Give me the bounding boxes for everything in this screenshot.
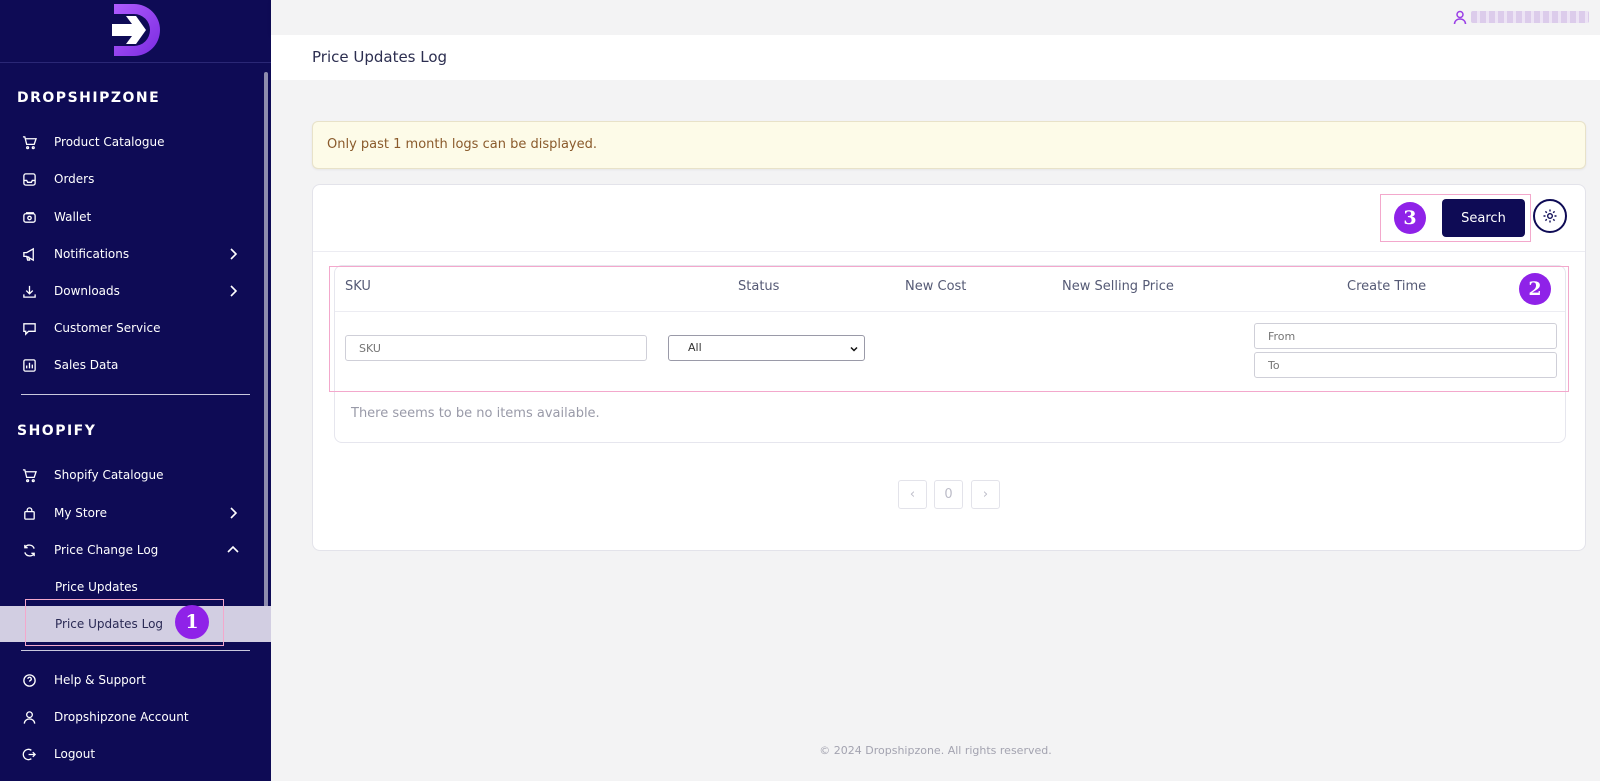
sidebar-item-label: Customer Service [54, 321, 161, 335]
sidebar-divider [21, 650, 250, 651]
search-button[interactable]: Search [1442, 199, 1525, 237]
cart-icon [21, 467, 37, 483]
sidebar-divider [21, 394, 250, 395]
sidebar-item-logout[interactable]: Logout [0, 736, 262, 772]
refresh-icon [21, 542, 37, 558]
chevron-right-icon [230, 248, 238, 260]
sidebar-item-shopify-catalogue[interactable]: Shopify Catalogue [0, 457, 262, 493]
chat-icon [21, 320, 37, 336]
sidebar-item-label: Logout [54, 747, 96, 761]
sidebar-item-downloads[interactable]: Downloads [0, 273, 262, 309]
notice-text: Only past 1 month logs can be displayed. [327, 137, 597, 152]
chevron-right-icon [230, 285, 238, 297]
chevron-right-icon [230, 507, 238, 519]
annotation-badge-2: 2 [1519, 273, 1551, 305]
sidebar-item-orders[interactable]: Orders [0, 161, 262, 197]
sidebar: DROPSHIPZONE Product Catalogue Orders Wa… [0, 0, 271, 781]
sidebar-item-dropshipzone-account[interactable]: Dropshipzone Account [0, 699, 262, 735]
page-title-bar: Price Updates Log [271, 35, 1600, 80]
sidebar-item-price-change-log[interactable]: Price Change Log [0, 532, 262, 568]
section-title-dropshipzone: DROPSHIPZONE [17, 90, 161, 106]
info-notice: Only past 1 month logs can be displayed. [312, 121, 1586, 169]
inbox-icon [21, 171, 37, 187]
sidebar-item-label: Dropshipzone Account [54, 710, 189, 724]
download-icon [21, 283, 37, 299]
help-icon [21, 672, 37, 688]
sidebar-item-sales-data[interactable]: Sales Data [0, 347, 262, 383]
sidebar-item-help-support[interactable]: Help & Support [0, 662, 262, 698]
bag-icon [21, 505, 37, 521]
sidebar-item-label: Shopify Catalogue [54, 468, 164, 482]
sidebar-item-label: Orders [54, 172, 95, 186]
settings-button[interactable] [1533, 199, 1567, 233]
annotation-badge-1: 1 [175, 605, 209, 639]
sidebar-item-label: Wallet [54, 210, 92, 224]
sidebar-item-label: Price Change Log [54, 543, 159, 557]
sidebar-scrollbar[interactable] [264, 72, 268, 608]
sidebar-item-notifications[interactable]: Notifications [0, 236, 262, 272]
logout-icon [21, 746, 37, 762]
user-icon[interactable] [1453, 10, 1467, 25]
highlight-box-2 [329, 266, 1569, 392]
sidebar-item-label: Downloads [54, 284, 120, 298]
annotation-badge-3: 3 [1394, 202, 1426, 234]
card-header-divider [313, 251, 1585, 252]
gear-icon [1543, 209, 1557, 223]
sidebar-item-label: Sales Data [54, 358, 119, 372]
sidebar-item-label: My Store [54, 506, 107, 520]
sidebar-item-customer-service[interactable]: Customer Service [0, 310, 262, 346]
sidebar-item-product-catalogue[interactable]: Product Catalogue [0, 124, 262, 160]
wallet-icon [21, 209, 37, 225]
empty-state-message: There seems to be no items available. [351, 406, 600, 421]
log-card: 3 Search SKU Status New Cost New Selling… [312, 184, 1586, 551]
top-bar [271, 0, 1600, 35]
logo-area [0, 0, 271, 63]
cart-icon [21, 134, 37, 150]
bar-chart-icon [21, 357, 37, 373]
sidebar-item-my-store[interactable]: My Store [0, 495, 262, 531]
section-title-shopify: SHOPIFY [17, 423, 97, 439]
pagination-next-button[interactable]: › [971, 480, 1000, 509]
pagination-current-page[interactable]: 0 [934, 480, 963, 509]
user-icon [21, 709, 37, 725]
pagination-prev-button[interactable]: ‹ [898, 480, 927, 509]
sidebar-item-wallet[interactable]: Wallet [0, 199, 262, 235]
megaphone-icon [21, 246, 37, 262]
sidebar-item-label: Product Catalogue [54, 135, 165, 149]
dropshipzone-logo-icon[interactable] [110, 2, 162, 58]
chevron-up-icon [227, 545, 239, 553]
footer-copyright: © 2024 Dropshipzone. All rights reserved… [819, 744, 1052, 757]
page-title: Price Updates Log [312, 48, 448, 66]
user-name-blurred[interactable] [1471, 11, 1589, 23]
sidebar-item-label: Help & Support [54, 673, 146, 687]
sidebar-item-label: Notifications [54, 247, 130, 261]
